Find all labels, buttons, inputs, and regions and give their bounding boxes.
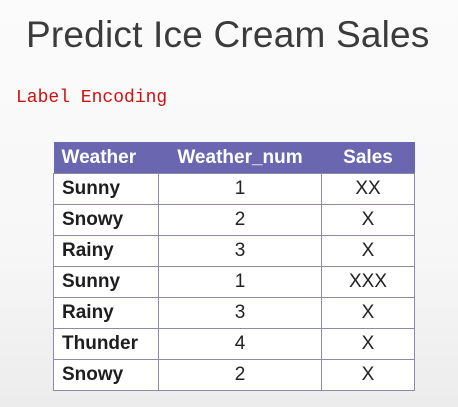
cell-weather-num: 3 xyxy=(158,235,322,267)
cell-sales: X xyxy=(321,359,415,391)
table-row: Snowy 2 X xyxy=(53,359,415,391)
cell-weather-num: 1 xyxy=(158,266,322,298)
cell-sales: X xyxy=(321,204,415,236)
cell-sales: X xyxy=(321,328,415,360)
table-row: Sunny 1 XX xyxy=(53,173,415,205)
cell-sales: XX xyxy=(321,173,415,205)
cell-weather-num: 1 xyxy=(158,173,322,205)
table-row: Rainy 3 X xyxy=(53,235,415,267)
table-row: Sunny 1 XXX xyxy=(53,266,415,298)
cell-weather-num: 4 xyxy=(158,328,322,360)
header-weather-num: Weather_num xyxy=(158,142,322,174)
header-weather: Weather xyxy=(53,142,159,174)
cell-weather: Sunny xyxy=(53,173,159,205)
table-header-row: Weather Weather_num Sales xyxy=(53,142,415,174)
cell-sales: X xyxy=(321,235,415,267)
cell-weather-num: 2 xyxy=(158,204,322,236)
cell-weather-num: 3 xyxy=(158,297,322,329)
data-table: Weather Weather_num Sales Sunny 1 XX Sno… xyxy=(53,142,415,391)
cell-sales: X xyxy=(321,297,415,329)
table-row: Thunder 4 X xyxy=(53,328,415,360)
cell-weather: Thunder xyxy=(53,328,159,360)
header-sales: Sales xyxy=(321,142,415,174)
table-row: Rainy 3 X xyxy=(53,297,415,329)
cell-weather-num: 2 xyxy=(158,359,322,391)
page-title: Predict Ice Cream Sales xyxy=(26,14,430,55)
table-row: Snowy 2 X xyxy=(53,204,415,236)
cell-weather: Sunny xyxy=(53,266,159,298)
cell-sales: XXX xyxy=(321,266,415,298)
cell-weather: Snowy xyxy=(53,359,159,391)
cell-weather: Snowy xyxy=(53,204,159,236)
cell-weather: Rainy xyxy=(53,235,159,267)
section-subtitle: Label Encoding xyxy=(16,88,168,108)
cell-weather: Rainy xyxy=(53,297,159,329)
